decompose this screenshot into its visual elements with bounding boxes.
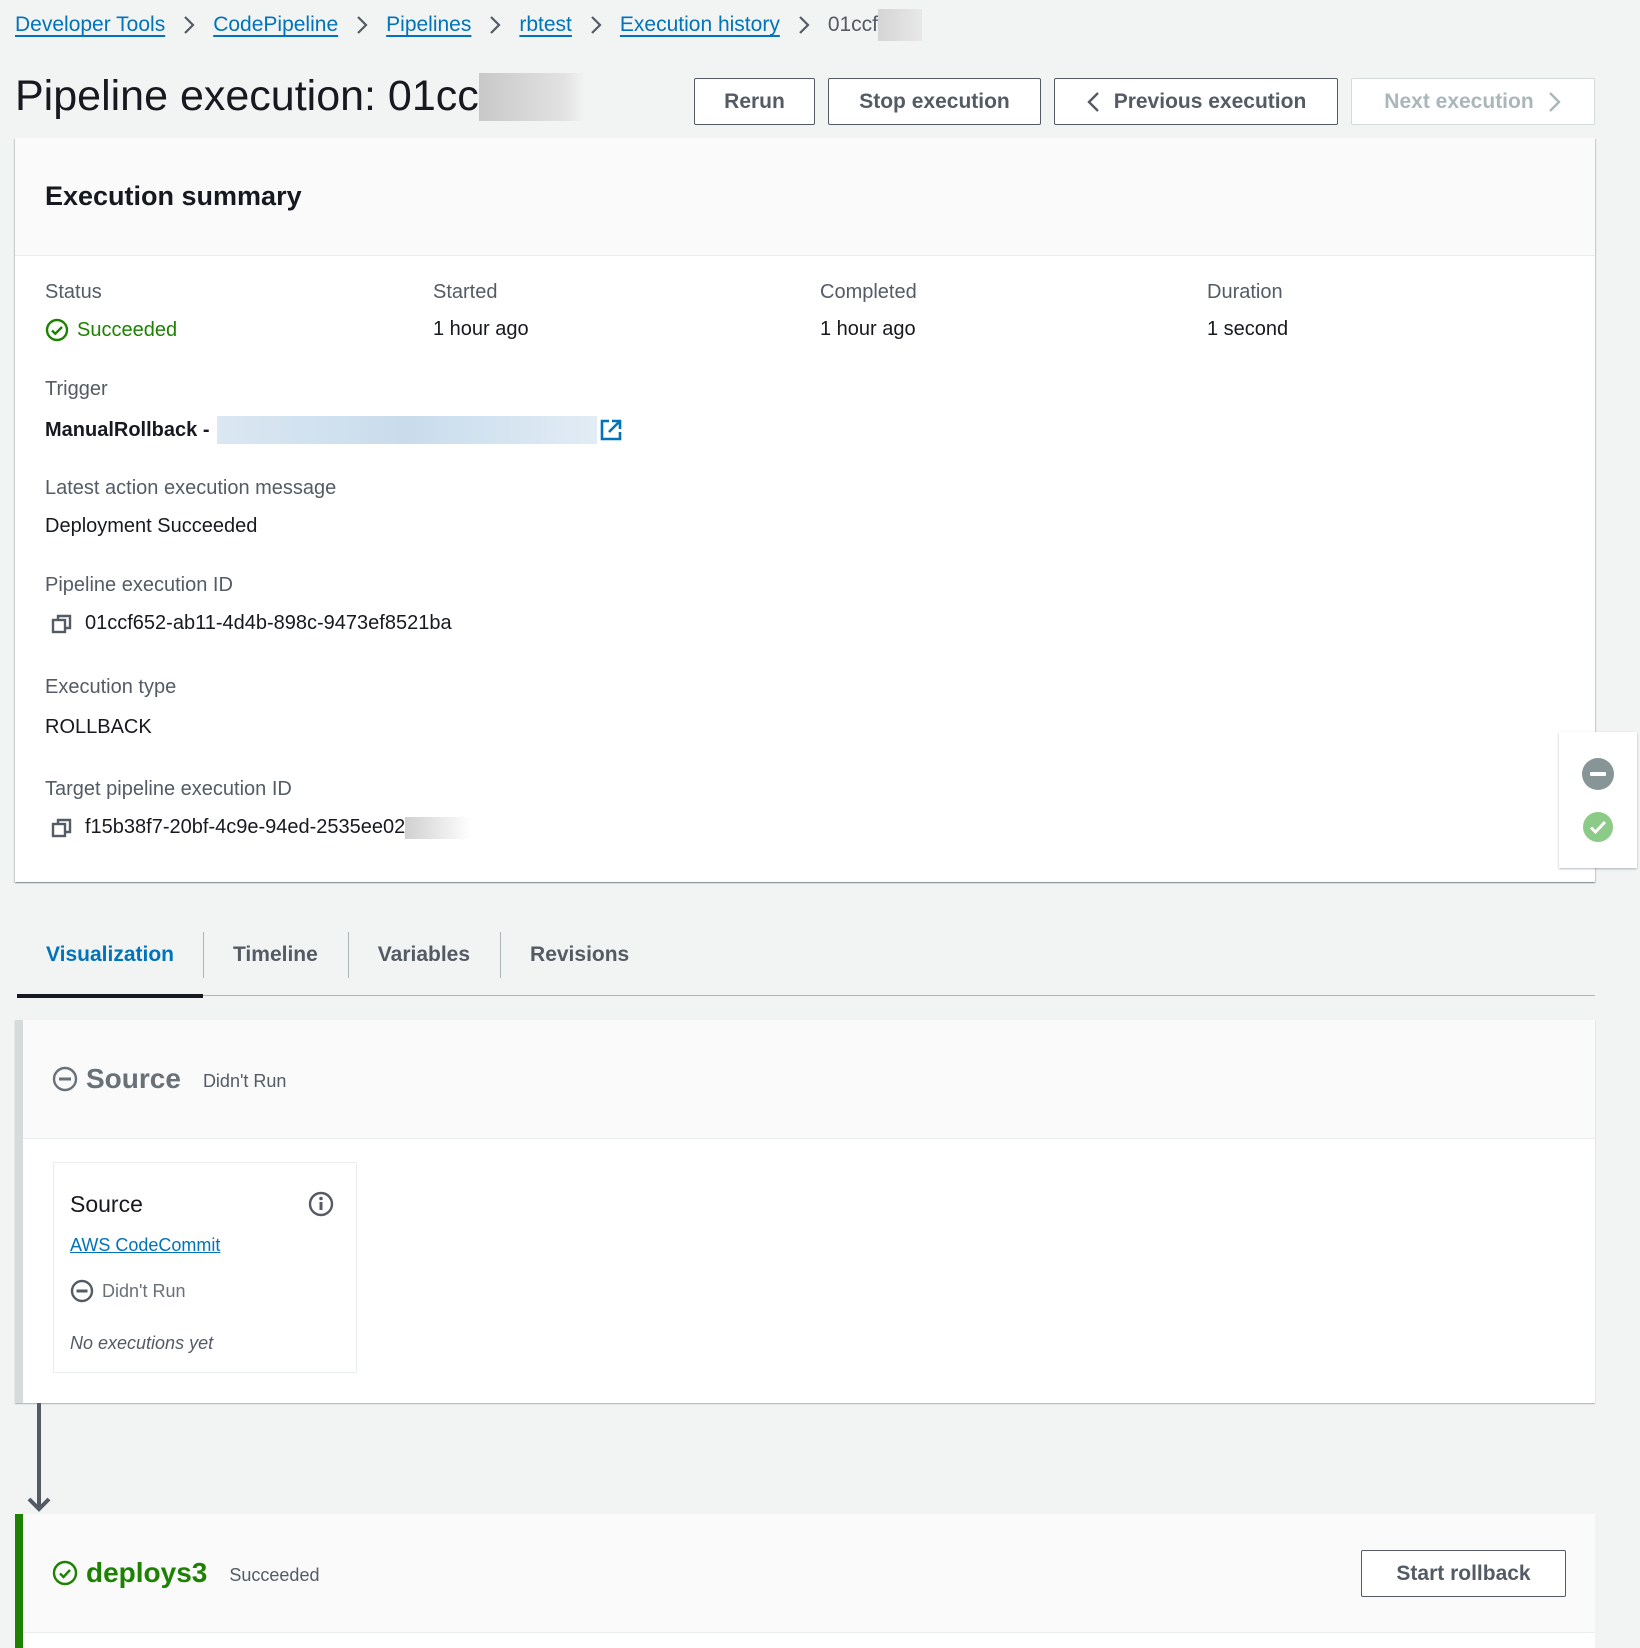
didnt-run-icon (52, 1066, 78, 1092)
target-id-value: f15b38f7-20bf-4c9e-94ed-2535ee02 (51, 816, 472, 839)
previous-execution-label: Previous execution (1113, 89, 1307, 113)
didnt-run-icon (70, 1279, 94, 1303)
stage-status-bar (15, 1514, 23, 1648)
stop-execution-label: Stop execution (859, 89, 1010, 113)
target-id-text: f15b38f7-20bf-4c9e-94ed-2535ee02 (85, 816, 406, 838)
previous-execution-button[interactable]: Previous execution (1054, 78, 1338, 125)
copy-icon[interactable] (51, 613, 73, 635)
tab-visualization[interactable]: Visualization (17, 928, 203, 998)
breadcrumb-rbtest[interactable]: rbtest (519, 13, 572, 37)
page-title-text: Pipeline execution: 01cc (15, 72, 479, 120)
source-stage: Source Didn't Run Source AWS CodeCommit … (15, 1020, 1595, 1403)
chevron-right-icon (1548, 91, 1561, 112)
stage-status-panel (1559, 732, 1637, 868)
execution-id-value: 01ccf652-ab11-4d4b-898c-9473ef8521ba (51, 612, 452, 635)
completed-value: 1 hour ago (820, 318, 916, 340)
chevron-right-icon (183, 15, 195, 35)
stop-execution-button[interactable]: Stop execution (828, 78, 1041, 125)
redacted-region (878, 9, 923, 41)
action-status: Didn't Run (70, 1279, 185, 1303)
didnt-run-icon[interactable] (1581, 757, 1615, 791)
chevron-right-icon (798, 15, 810, 35)
trigger-label: Trigger (45, 378, 108, 400)
execution-type-value: ROLLBACK (45, 716, 152, 738)
tab-timeline-label: Timeline (232, 943, 318, 966)
started-label: Started (433, 281, 498, 303)
success-check-icon (52, 1560, 78, 1586)
redacted-trigger-link[interactable] (217, 416, 598, 444)
duration-value: 1 second (1207, 318, 1289, 340)
source-action-card: Source AWS CodeCommit Didn't Run No exec… (53, 1162, 357, 1373)
source-stage-header: Source Didn't Run (23, 1020, 1595, 1139)
execution-id-label: Pipeline execution ID (45, 574, 233, 596)
stage-status-bar (15, 1020, 23, 1403)
succeeded-icon[interactable] (1582, 811, 1614, 843)
action-name: Source (70, 1191, 143, 1217)
completed-label: Completed (820, 281, 917, 303)
message-value: Deployment Succeeded (45, 515, 258, 537)
trigger-value: ManualRollback - (45, 416, 623, 444)
execution-tabs: Visualization Timeline Variables Revisio… (17, 928, 1595, 998)
transition-arrow-icon (27, 1403, 51, 1512)
chevron-right-icon (590, 15, 602, 35)
execution-id-text: 01ccf652-ab11-4d4b-898c-9473ef8521ba (85, 612, 452, 634)
deploy-stage-header: deploys3 Succeeded (23, 1514, 1595, 1633)
execution-summary-header: Execution summary (15, 138, 1595, 256)
source-stage-name: Source (86, 1063, 181, 1094)
chevron-right-icon (489, 15, 501, 35)
breadcrumb-execution-history[interactable]: Execution history (620, 13, 780, 37)
started-value: 1 hour ago (433, 318, 529, 340)
status-text: Succeeded (77, 318, 178, 341)
execution-type-label: Execution type (45, 676, 177, 698)
breadcrumb-developer-tools[interactable]: Developer Tools (15, 13, 165, 37)
duration-label: Duration (1207, 281, 1283, 303)
tab-variables-label: Variables (377, 943, 471, 966)
tab-timeline[interactable]: Timeline (202, 928, 348, 996)
action-status-text: Didn't Run (102, 1280, 186, 1301)
info-icon[interactable] (308, 1191, 334, 1217)
rerun-label: Rerun (724, 89, 785, 113)
message-label: Latest action execution message (45, 477, 337, 499)
tab-revisions[interactable]: Revisions (500, 928, 659, 996)
breadcrumb-pipelines[interactable]: Pipelines (386, 13, 471, 37)
action-provider-link[interactable]: AWS CodeCommit (70, 1235, 220, 1256)
execution-summary-title: Execution summary (45, 181, 302, 211)
page-title: Pipeline execution: 01cc (15, 72, 585, 121)
redacted-region (405, 816, 472, 839)
deploy-stage: deploys3 Succeeded (15, 1514, 1595, 1648)
target-id-label: Target pipeline execution ID (45, 778, 292, 800)
action-note: No executions yet (70, 1333, 214, 1353)
execution-summary-card: Execution summary Status Succeeded Start… (15, 138, 1595, 882)
chevron-left-icon (1087, 91, 1099, 112)
tab-visualization-label: Visualization (46, 943, 174, 966)
next-execution-button[interactable]: Next execution (1351, 78, 1595, 125)
source-stage-status: Didn't Run (202, 1070, 287, 1091)
status-value: Succeeded (45, 318, 177, 342)
start-rollback-button[interactable]: Start rollback (1361, 1550, 1566, 1597)
status-label: Status (45, 281, 102, 303)
breadcrumb: Developer Tools CodePipeline Pipelines r… (15, 9, 923, 41)
chevron-right-icon (356, 15, 368, 35)
external-link-icon[interactable] (599, 418, 623, 442)
trigger-type: ManualRollback - (45, 418, 210, 441)
success-check-icon (45, 318, 69, 342)
deploy-stage-name: deploys3 (86, 1557, 208, 1588)
next-execution-label: Next execution (1384, 89, 1534, 113)
tab-variables[interactable]: Variables (347, 928, 500, 996)
breadcrumb-codepipeline[interactable]: CodePipeline (213, 13, 338, 37)
deploy-stage-status: Succeeded (229, 1564, 320, 1585)
copy-icon[interactable] (51, 817, 73, 839)
breadcrumb-current: 01ccf (827, 13, 879, 36)
rerun-button[interactable]: Rerun (694, 78, 815, 125)
tab-revisions-label: Revisions (530, 943, 630, 966)
redacted-region (478, 72, 585, 121)
